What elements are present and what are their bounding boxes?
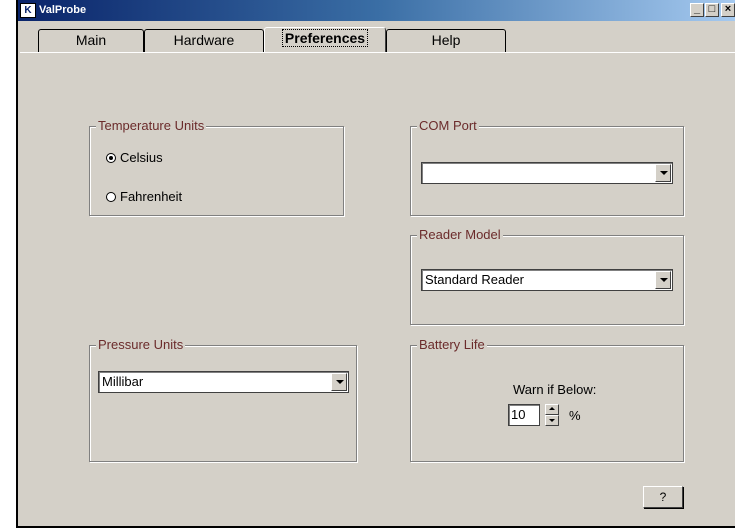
title-bar[interactable]: K ValProbe _ □ × xyxy=(18,0,735,21)
app-icon: K xyxy=(20,3,36,18)
app-icon-letter: K xyxy=(24,5,32,16)
fahrenheit-label: Fahrenheit xyxy=(120,189,183,204)
celsius-radio[interactable]: Celsius xyxy=(106,150,163,165)
help-button[interactable]: ? xyxy=(643,486,683,508)
percent-unit-label: % xyxy=(569,408,581,423)
pressure-units-select[interactable]: Millibar xyxy=(98,371,349,393)
fahrenheit-radio-indicator[interactable] xyxy=(106,191,116,202)
pressure-units-label: Pressure Units xyxy=(96,337,186,353)
spin-down-icon[interactable] xyxy=(545,415,559,426)
battery-threshold-input[interactable]: 10 xyxy=(508,404,540,426)
spin-up-icon[interactable] xyxy=(545,404,559,415)
minimize-button[interactable]: _ xyxy=(690,3,704,17)
tab-hardware-label: Hardware xyxy=(173,32,235,48)
tab-main[interactable]: Main xyxy=(38,29,144,52)
tab-help[interactable]: Help xyxy=(386,29,506,52)
reader-model-value: Standard Reader xyxy=(425,272,525,287)
warn-if-below-label: Warn if Below: xyxy=(513,382,597,397)
celsius-radio-indicator[interactable] xyxy=(106,152,116,163)
com-port-group: COM Port xyxy=(410,118,684,216)
reader-model-label: Reader Model xyxy=(417,227,503,243)
tab-hardware[interactable]: Hardware xyxy=(144,29,264,52)
temperature-units-label: Temperature Units xyxy=(96,118,207,134)
preferences-panel: Temperature Units Celsius Fahrenheit COM… xyxy=(20,53,735,524)
window-title: ValProbe xyxy=(39,4,87,16)
tab-preferences-label: Preferences xyxy=(281,29,369,47)
fahrenheit-radio[interactable]: Fahrenheit xyxy=(106,189,182,204)
tab-main-label: Main xyxy=(75,32,107,48)
pressure-units-group: Pressure Units Millibar xyxy=(89,337,357,462)
battery-life-label: Battery Life xyxy=(417,337,487,353)
battery-life-group: Battery Life Warn if Below: 10 % xyxy=(410,337,684,462)
reader-model-select[interactable]: Standard Reader xyxy=(421,269,673,291)
chevron-down-icon[interactable] xyxy=(655,271,671,289)
com-port-label: COM Port xyxy=(417,118,479,134)
temperature-units-group: Temperature Units Celsius Fahrenheit xyxy=(89,118,344,216)
chevron-down-icon[interactable] xyxy=(655,164,671,182)
tab-strip: Main Hardware Preferences Help xyxy=(20,21,735,54)
celsius-label: Celsius xyxy=(120,150,163,165)
tab-help-label: Help xyxy=(431,32,461,48)
pressure-units-value: Millibar xyxy=(102,374,144,389)
close-button[interactable]: × xyxy=(721,3,735,17)
maximize-button[interactable]: □ xyxy=(705,3,719,17)
com-port-select[interactable] xyxy=(421,162,673,184)
chevron-down-icon[interactable] xyxy=(331,373,347,391)
reader-model-group: Reader Model Standard Reader xyxy=(410,227,684,325)
tab-preferences[interactable]: Preferences xyxy=(264,27,386,54)
app-window: K ValProbe _ □ × Main Hardware Preferenc… xyxy=(16,0,735,528)
